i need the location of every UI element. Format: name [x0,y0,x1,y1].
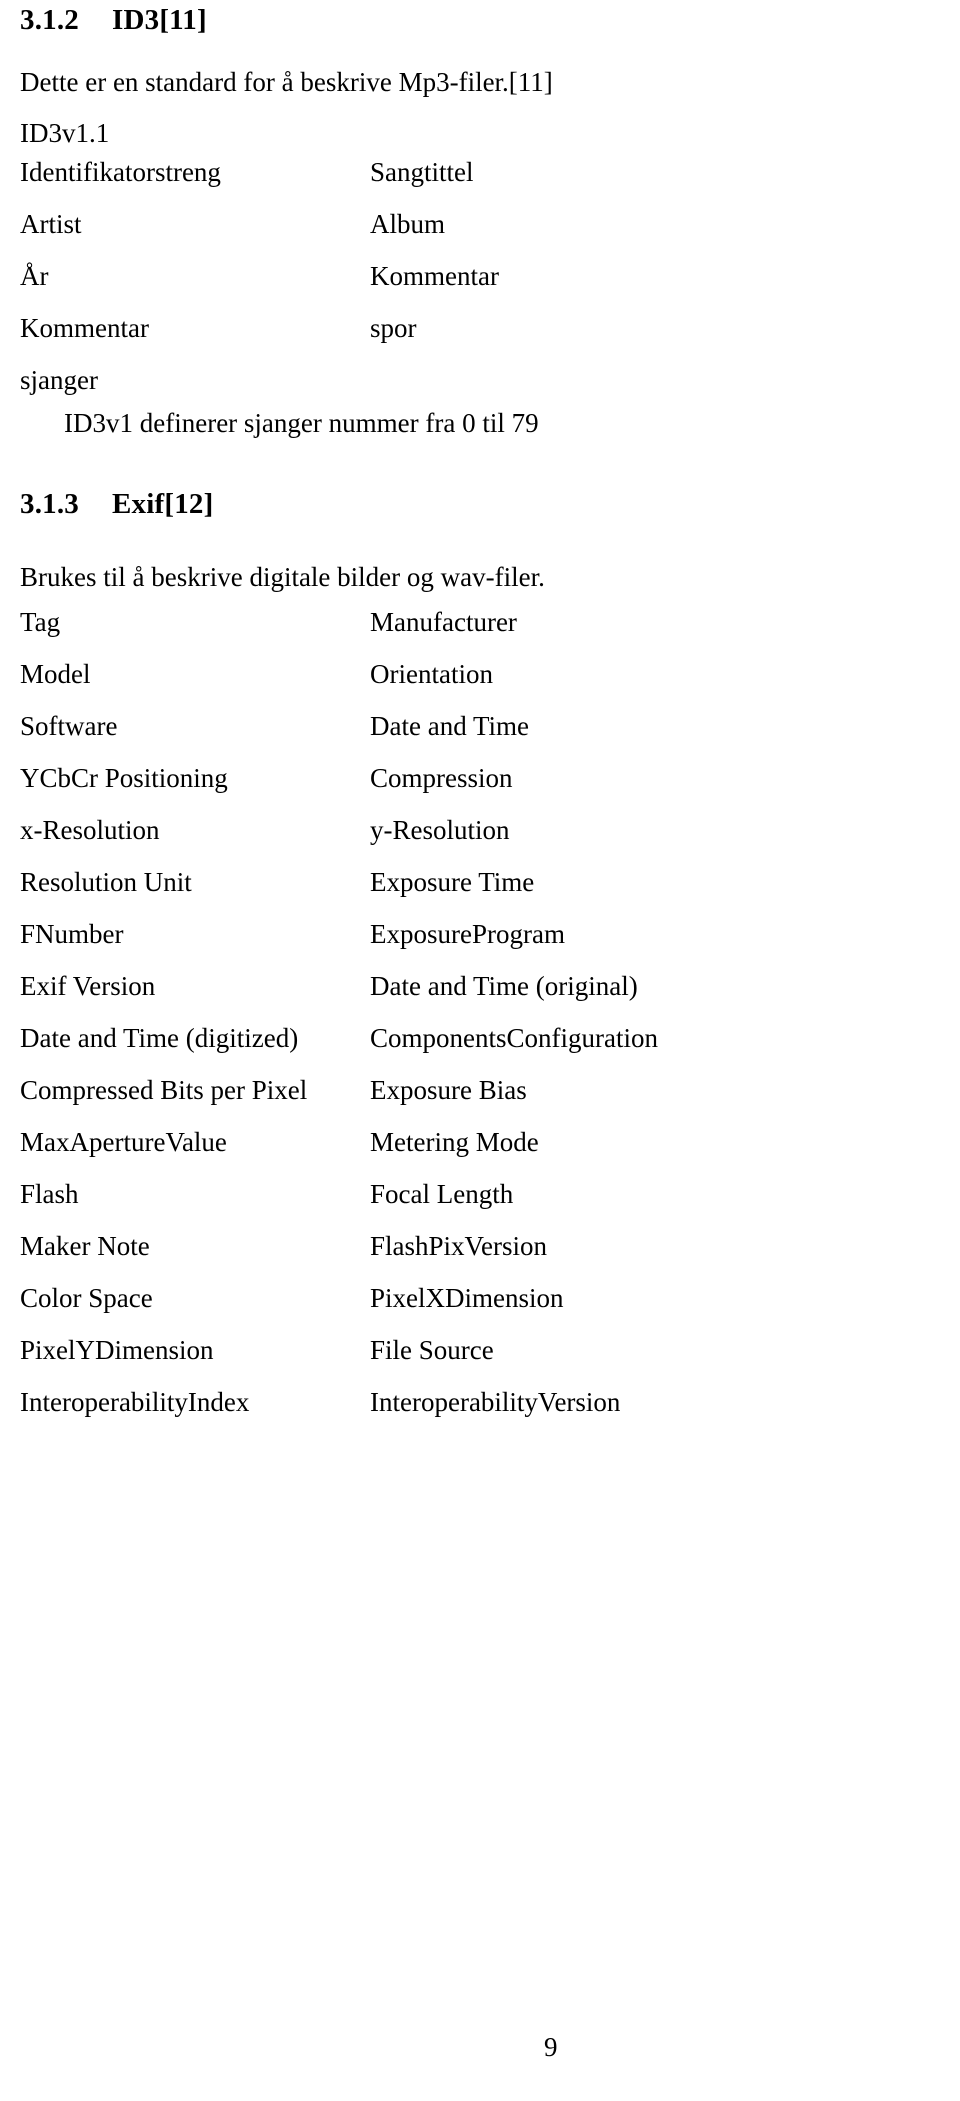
tag-name-right: y-Resolution [370,815,510,845]
heading-3-1-3-title: Exif[12] [112,488,214,520]
table-row: YCbCr Positioning Compression [0,763,720,816]
tag-name-left: Date and Time (digitized) [20,1023,299,1053]
tag-name-right: Metering Mode [370,1127,539,1157]
tag-name-right: Sangtittel [370,157,474,187]
table-row: FNumber ExposureProgram [0,919,720,972]
table-row: Date and Time (digitized) ComponentsConfi… [0,1023,720,1076]
tag-name-right: Exposure Time [370,867,535,897]
tag-name-left: År [20,261,49,291]
tag-name-right: Kommentar [370,261,499,291]
sublabel-id3v1: ID3v1.1 [20,118,110,148]
tag-name-right: ComponentsConfiguration [370,1023,658,1053]
exif-tag-table: Tag Manufacturer Model Orientation Software D… [0,607,720,1440]
table-row: Identifikatorstreng Sangtittel [0,157,720,210]
page-number: 9 [544,2032,558,2062]
heading-3-1-2-number: 3.1.2 [20,4,79,36]
tag-name-right: Date and Time (original) [370,971,638,1001]
heading-3-1-2-title: ID3[11] [112,4,207,36]
table-row: PixelYDimension File Source [0,1335,720,1388]
table-row: År Kommentar [0,261,720,314]
table-row: Model Orientation [0,659,720,712]
tag-name-right: Focal Length [370,1179,514,1209]
tag-name-left: Flash [20,1179,79,1209]
heading-3-1-3-number: 3.1.3 [20,488,79,520]
tag-name-left: YCbCr Positioning [20,763,228,793]
table-row: Maker Note FlashPixVersion [0,1231,720,1284]
table-row: x-Resolution y-Resolution [0,815,720,868]
tag-name-left: Maker Note [20,1231,150,1261]
table-row: Software Date and Time [0,711,720,764]
heading-3-1-2: 3.1.2 ID3[11] [20,4,207,37]
tag-name-right: Exposure Bias [370,1075,527,1105]
tag-name-left: Model [20,659,91,689]
table-row: Color Space PixelXDimension [0,1283,720,1336]
table-row: Resolution Unit Exposure Time [0,867,720,920]
tag-name-left: FNumber [20,919,124,949]
tag-name-right: ExposureProgram [370,919,565,949]
tag-name-left: Resolution Unit [20,867,192,897]
table-row: Flash Focal Length [0,1179,720,1232]
intro-paragraph-id3: Dette er en standard for å beskrive Mp3-… [20,67,553,97]
tag-name-right: FlashPixVersion [370,1231,548,1261]
document-page: 3.1.2 ID3[11] Dette er en standard for å … [0,0,960,2101]
tag-name-right: spor [370,313,417,343]
heading-3-1-3: 3.1.3 Exif[12] [20,488,213,521]
table-row: Exif Version Date and Time (original) [0,971,720,1024]
id3v1-genre-note: ID3v1 definerer sjanger nummer fra 0 til… [64,408,539,438]
tag-name-left: Identifikatorstreng [20,157,221,187]
tag-name-right: File Source [370,1335,494,1365]
tag-name-right: PixelXDimension [370,1283,564,1313]
tag-name-right: Orientation [370,659,493,689]
table-row: MaxApertureValue Metering Mode [0,1127,720,1180]
tag-name-right: InteroperabilityVersion [370,1387,621,1417]
id3v1-tag-table: Identifikatorstreng Sangtittel Artist Album… [0,157,720,418]
tag-name-left: Exif Version [20,971,156,1001]
tag-name-left: MaxApertureValue [20,1127,227,1157]
table-row: Kommentar spor [0,313,720,366]
tag-name-left: Compressed Bits per Pixel [20,1075,308,1105]
tag-name-left: Artist [20,209,82,239]
tag-name-left: Tag [20,607,61,637]
tag-name-left: Software [20,711,118,741]
tag-name-left: Kommentar [20,313,149,343]
table-row: Tag Manufacturer [0,607,720,660]
intro-paragraph-exif: Brukes til å beskrive digitale bilder og… [20,562,545,592]
tag-name-right: Album [370,209,446,239]
tag-name-left: PixelYDimension [20,1335,214,1365]
tag-name-right: Compression [370,763,513,793]
tag-name-left: InteroperabilityIndex [20,1387,250,1417]
tag-name-left: sjanger [20,365,98,395]
table-row: InteroperabilityIndex InteroperabilityVer… [0,1387,720,1440]
table-row: Compressed Bits per Pixel Exposure Bias [0,1075,720,1128]
tag-name-left: x-Resolution [20,815,160,845]
table-row: Artist Album [0,209,720,262]
tag-name-right: Date and Time [370,711,529,741]
tag-name-left: Color Space [20,1283,153,1313]
tag-name-right: Manufacturer [370,607,517,637]
